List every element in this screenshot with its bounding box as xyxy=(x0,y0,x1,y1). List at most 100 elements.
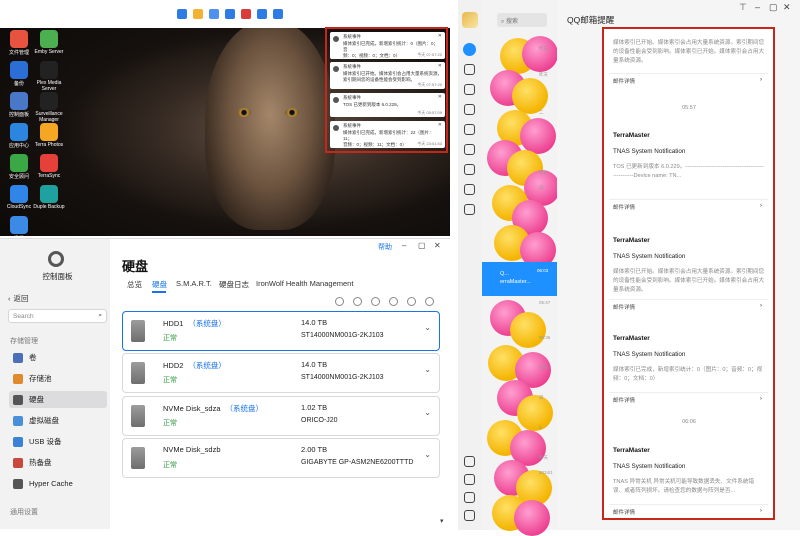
notification-card[interactable]: 系统事件 TOS 已更新到版本 6.0.229。 今天 05:57:09 ✕ xyxy=(330,93,445,117)
mail-card[interactable]: TerraMaster TNAS System Notification TOS 已… xyxy=(609,124,768,219)
contacts-icon[interactable] xyxy=(464,64,475,75)
delete-icon[interactable] xyxy=(371,297,380,306)
mail-card[interactable]: 媒体索引已开始。媒体索引会占用大量系统资源。索引期间您的设备性能会受到影响。媒体… xyxy=(609,27,768,93)
avatar[interactable] xyxy=(462,12,478,28)
disk-card[interactable]: HDD1 （系统盘） 正常 14.0 TB ST14000NM001G-2KJ103 ⌄ xyxy=(122,311,440,351)
mail-details-link[interactable]: 邮件详情 xyxy=(613,508,635,516)
conversation-time: 昨天 xyxy=(539,46,548,51)
chevron-down-icon[interactable]: ⌄ xyxy=(424,365,431,374)
maximize-icon[interactable]: ▢ xyxy=(769,2,778,13)
chevron-down-icon[interactable]: ⌄ xyxy=(424,450,431,459)
notification-close-icon[interactable]: ✕ xyxy=(438,33,442,39)
more-icon[interactable] xyxy=(425,297,434,306)
weiyun-icon[interactable] xyxy=(464,184,475,195)
tab-ironwolf[interactable]: IronWolf Health Management xyxy=(256,279,353,288)
app-icon xyxy=(10,185,28,203)
tab-smart[interactable]: S.M.A.R.T. xyxy=(176,279,212,288)
chevron-right-icon[interactable]: › xyxy=(760,202,762,209)
folder-icon[interactable] xyxy=(464,474,475,485)
sidebar-search-input[interactable]: Search ⌕ xyxy=(8,309,107,323)
bookmark-icon[interactable] xyxy=(257,9,267,19)
desktop-icon[interactable]: Plex Media Server xyxy=(34,61,64,92)
conversation-item-selected[interactable]: 06:03 Q... erraMaster... xyxy=(482,262,557,296)
chevron-down-icon[interactable]: ⌄ xyxy=(424,323,431,332)
menu-icon[interactable] xyxy=(464,510,475,521)
desktop-icon-label: Emby Server xyxy=(34,49,64,55)
pin-icon[interactable]: ⊤ xyxy=(739,2,747,13)
mail-card[interactable]: TerraMaster TNAS System Notification 媒体索引已… xyxy=(609,327,768,412)
help-link[interactable]: 帮助 xyxy=(378,242,392,252)
sidebar-item-hot-spare[interactable]: 热备盘 xyxy=(9,454,107,471)
notification-card[interactable]: 系统事件 媒体索引已开始。媒体索引会占用大量系统资源， 索引期间您的设备性能会受到影… xyxy=(330,62,445,89)
desktop-icon[interactable]: 应用中心 xyxy=(4,123,34,153)
mail-details-link[interactable]: 邮件详情 xyxy=(613,303,635,311)
stop-icon[interactable] xyxy=(353,297,362,306)
chevron-right-icon[interactable]: › xyxy=(760,76,762,83)
disk-card[interactable]: NVMe Disk_sdza （系统盘） 正常 1.02 TB ORICO-J20 ⌄ xyxy=(122,396,440,436)
minimize-icon[interactable]: – xyxy=(402,241,406,250)
sidebar-item-usb-device[interactable]: USB 设备 xyxy=(9,433,107,450)
notification-close-all-icon[interactable]: ✕ xyxy=(438,19,444,27)
notification-close-icon[interactable]: ✕ xyxy=(438,94,442,100)
channel-icon[interactable] xyxy=(464,104,475,115)
conversation-search-input[interactable]: ⌕ 搜索 xyxy=(497,13,547,27)
sidebar-item-hyper-cache[interactable]: Hyper Cache xyxy=(9,475,107,492)
folder-icon[interactable] xyxy=(193,9,203,19)
mail-details-link[interactable]: 邮件详情 xyxy=(613,203,635,211)
settings-icon[interactable] xyxy=(407,297,416,306)
game-icon[interactable] xyxy=(464,144,475,155)
clock-icon[interactable] xyxy=(241,9,251,19)
desktop-icon[interactable]: 文件管理 xyxy=(4,30,34,60)
notification-close-icon[interactable]: ✕ xyxy=(438,63,442,69)
disk-card[interactable]: NVMe Disk_sdzb 正常 2.00 TB GIGABYTE GP-ASM2N… xyxy=(122,438,440,478)
chevron-right-icon[interactable]: › xyxy=(760,302,762,309)
notification-card[interactable]: 系统事件 媒体索引已完成，新增索引统计：22（图片：11； 音频：0；视频：11；文… xyxy=(330,121,445,148)
sidebar-item-virtual-disk[interactable]: 虚拟磁盘 xyxy=(9,412,107,429)
desktop-icon[interactable]: Surveillance Manager xyxy=(34,92,64,123)
desktop-icon[interactable]: CloudSync xyxy=(4,185,34,215)
desktop-icon[interactable]: 安全顾问 xyxy=(4,154,34,184)
mail-card[interactable]: TerraMaster TNAS System Notification 媒体索引已… xyxy=(609,229,768,319)
favorites-icon[interactable] xyxy=(464,84,475,95)
disk-card[interactable]: HDD2 （系统盘） 正常 14.0 TB ST14000NM001G-2KJ103 ⌄ xyxy=(122,353,440,393)
mail-icon[interactable] xyxy=(464,456,475,467)
usb-device-icon xyxy=(13,436,23,447)
tab-disk[interactable]: 硬盘 xyxy=(152,279,167,290)
close-icon[interactable]: ✕ xyxy=(434,241,441,250)
scroll-down-icon[interactable]: ▾ xyxy=(440,517,444,525)
desktop-icon[interactable]: TerraSync xyxy=(34,154,64,184)
robot-icon[interactable] xyxy=(464,124,475,135)
back-button[interactable]: ‹ 返回 xyxy=(8,293,29,304)
minimize-icon[interactable]: – xyxy=(755,2,760,12)
notification-card[interactable]: 系统事件 媒体索引已完成，新增索引统计：0（图片：0；音 频：0；视频：0；文档：0… xyxy=(330,32,445,59)
monitor-icon[interactable] xyxy=(273,9,283,19)
tab-disk-log[interactable]: 硬盘日志 xyxy=(219,279,249,290)
clock-icon[interactable] xyxy=(389,297,398,306)
mail-details-link[interactable]: 邮件详情 xyxy=(613,396,635,404)
chat-icon[interactable] xyxy=(463,43,476,56)
chevron-right-icon[interactable]: › xyxy=(760,507,762,514)
chevron-right-icon[interactable]: › xyxy=(760,395,762,402)
sidebar-item-volume[interactable]: 卷 xyxy=(9,349,107,366)
close-icon[interactable]: ✕ xyxy=(783,2,791,13)
notification-close-icon[interactable]: ✕ xyxy=(438,122,442,128)
mail-details-link[interactable]: 邮件详情 xyxy=(613,77,635,85)
sidebar-item-disk[interactable]: 硬盘 xyxy=(9,391,107,408)
mail-card[interactable]: TerraMaster TNAS System Notification TNAS … xyxy=(609,439,768,524)
settings-icon[interactable] xyxy=(225,9,235,19)
emoji-avatar xyxy=(520,118,556,154)
chevron-down-icon[interactable]: ⌄ xyxy=(424,408,431,417)
play-icon[interactable] xyxy=(335,297,344,306)
apps-grid-icon[interactable] xyxy=(177,9,187,19)
sidebar-item-storage-pool[interactable]: 存储池 xyxy=(9,370,107,387)
desktop-icon[interactable]: Emby Server xyxy=(34,30,64,60)
maximize-icon[interactable]: ▢ xyxy=(418,241,426,250)
tab-overview[interactable]: 总览 xyxy=(127,279,142,290)
more-apps-icon[interactable] xyxy=(464,204,475,215)
documents-icon[interactable] xyxy=(464,164,475,175)
desktop-icon[interactable]: Duple Backup xyxy=(33,185,65,215)
folder-blue-icon[interactable] xyxy=(209,9,219,19)
favorites-box-icon[interactable] xyxy=(464,492,475,503)
desktop-icon[interactable]: Terra Photos xyxy=(34,123,64,153)
search-placeholder: Search xyxy=(13,313,34,320)
